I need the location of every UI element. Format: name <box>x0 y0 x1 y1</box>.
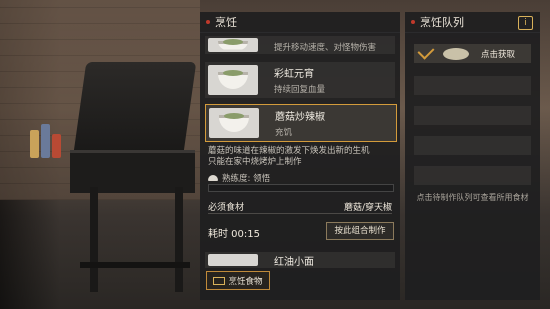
queue-title: 烹饪队列 <box>420 16 464 29</box>
cook-food-label: 烹饪食物 <box>228 276 263 287</box>
recipe-thumb-1 <box>208 65 258 95</box>
cook-time: 耗时 00:15 <box>208 229 260 240</box>
recipe-detail: 蘑菇的味道在辣椒的激发下焕发出新的生机 只能在家中烧烤炉上制作 <box>208 146 370 167</box>
bowl-icon <box>218 69 248 89</box>
recipe-name-1: 彩虹元宵 <box>274 69 314 80</box>
cook-food-button[interactable]: 烹饪食物 <box>206 271 270 290</box>
queue-slot-4[interactable] <box>414 166 531 185</box>
title-dot-icon <box>206 20 210 24</box>
cooking-title: 烹饪 <box>215 16 237 29</box>
condiment-bottles <box>30 118 66 158</box>
recipe-desc-2: 充饥 <box>275 128 293 138</box>
proficiency-bar <box>208 184 394 192</box>
recipe-name-2: 蘑菇炒辣椒 <box>275 112 325 123</box>
recipe-item-3[interactable]: 红油小面 <box>205 252 395 268</box>
queue-slot-2[interactable] <box>414 106 531 125</box>
recipe-item-1[interactable]: 彩虹元宵 持续回复血量 <box>205 62 395 98</box>
ingredients-value: 蘑菇/穿天椒 <box>343 203 392 213</box>
title-dot-icon <box>411 20 415 24</box>
recipe-thumb-2 <box>209 108 259 138</box>
chef-hat-icon <box>208 175 218 181</box>
recipe-desc-0: 提升移动速度、对怪物伤害 <box>274 42 377 53</box>
ingredients-row: 必须食材 蘑菇/穿天椒 <box>208 200 392 213</box>
cooking-queue-panel: 烹饪队列 i 点击获取 点击待制作队列可查看所用食材 <box>405 12 540 300</box>
ingredients-label: 必须食材 <box>208 203 245 213</box>
recipe-thumb-3 <box>208 254 258 266</box>
info-icon[interactable]: i <box>518 16 533 30</box>
cooking-panel: 烹饪 提升移动速度、对怪物伤害 彩虹元宵 持续回复血量 蘑菇炒辣椒 充饥 蘑菇的… <box>200 12 400 300</box>
pot-icon <box>213 276 226 285</box>
plate-icon <box>219 112 249 132</box>
bbq-grill <box>70 62 205 292</box>
recipe-item-0[interactable]: 提升移动速度、对怪物伤害 <box>205 36 395 54</box>
queue-hint: 点击待制作队列可查看所用食材 <box>416 193 529 202</box>
queue-slot-label: 点击获取 <box>481 49 516 60</box>
divider <box>208 213 392 214</box>
check-icon <box>417 42 435 60</box>
queue-slot-1[interactable] <box>414 76 531 95</box>
proficiency-text: 熟练度: 领悟 <box>222 174 271 184</box>
combo-cook-button[interactable]: 按此组合制作 <box>326 222 394 240</box>
recipe-item-2-selected[interactable]: 蘑菇炒辣椒 充饥 <box>205 104 397 142</box>
recipe-thumb-0 <box>208 38 258 52</box>
cooking-panel-header: 烹饪 <box>200 12 400 33</box>
dish-icon <box>443 47 469 60</box>
queue-slot-0[interactable]: 点击获取 <box>414 42 531 63</box>
recipe-name-3: 红油小面 <box>274 256 314 268</box>
queue-slot-3[interactable] <box>414 136 531 155</box>
recipe-desc-1: 持续回复血量 <box>274 85 326 95</box>
proficiency: 熟练度: 领悟 <box>208 172 270 184</box>
